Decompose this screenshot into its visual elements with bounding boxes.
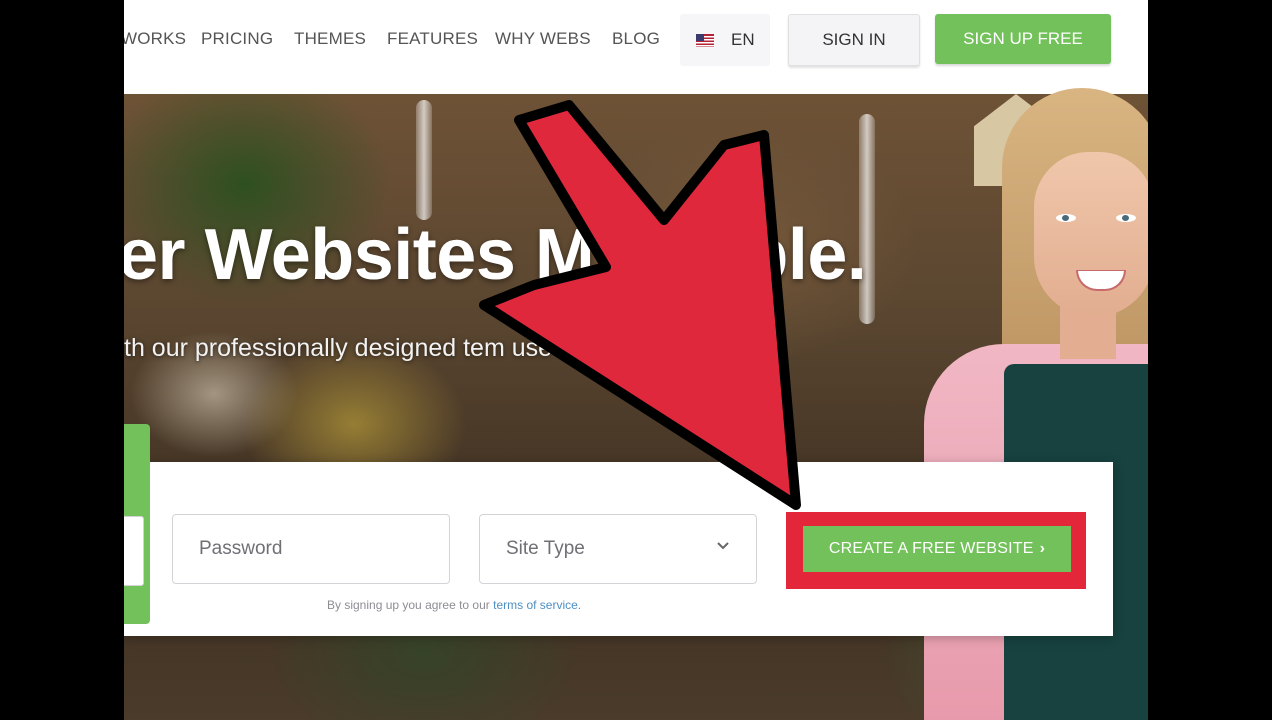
top-navigation: WORKS PRICING THEMES FEATURES WHY WEBS B… (124, 0, 1148, 94)
site-type-select[interactable]: Site Type (479, 514, 757, 584)
password-placeholder: Password (199, 538, 283, 559)
cta-label: CREATE A FREE WEBSITE (828, 540, 1034, 557)
password-field[interactable]: Password (172, 514, 450, 584)
nav-link-how-it-works[interactable]: WORKS (124, 29, 186, 49)
language-label: EN (731, 30, 755, 49)
sign-up-free-button[interactable]: SIGN UP FREE (935, 14, 1111, 64)
language-selector[interactable]: EN (680, 14, 770, 66)
signup-form: Password Site Type CREATE A FREE WEBSITE… (124, 424, 1113, 636)
chevron-down-icon (717, 542, 729, 550)
terms-prefix: By signing up you agree to our (327, 598, 494, 612)
sign-in-button[interactable]: SIGN IN (788, 14, 920, 66)
email-field[interactable] (124, 516, 144, 586)
hero-headline: er Websites M Simple. (124, 215, 867, 295)
hero-section: er Websites M Simple. th our professiona… (124, 88, 1148, 720)
terms-of-service-link[interactable]: terms of service. (493, 598, 581, 612)
browser-viewport: WORKS PRICING THEMES FEATURES WHY WEBS B… (124, 0, 1148, 720)
nav-link-why-webs[interactable]: WHY WEBS (495, 29, 591, 49)
hero-subheadline: th our professionally designed tem use f… (124, 334, 782, 362)
nav-link-themes[interactable]: THEMES (294, 29, 366, 49)
site-type-placeholder: Site Type (506, 538, 585, 559)
terms-notice: By signing up you agree to our terms of … (327, 598, 581, 612)
create-free-website-button[interactable]: CREATE A FREE WEBSITE › (803, 526, 1071, 572)
us-flag-icon (696, 34, 714, 47)
nav-link-features[interactable]: FEATURES (387, 29, 478, 49)
glass-ornament (416, 100, 432, 220)
nav-link-blog[interactable]: BLOG (612, 29, 660, 49)
nav-link-pricing[interactable]: PRICING (201, 29, 273, 49)
chevron-right-icon: › (1039, 540, 1046, 557)
